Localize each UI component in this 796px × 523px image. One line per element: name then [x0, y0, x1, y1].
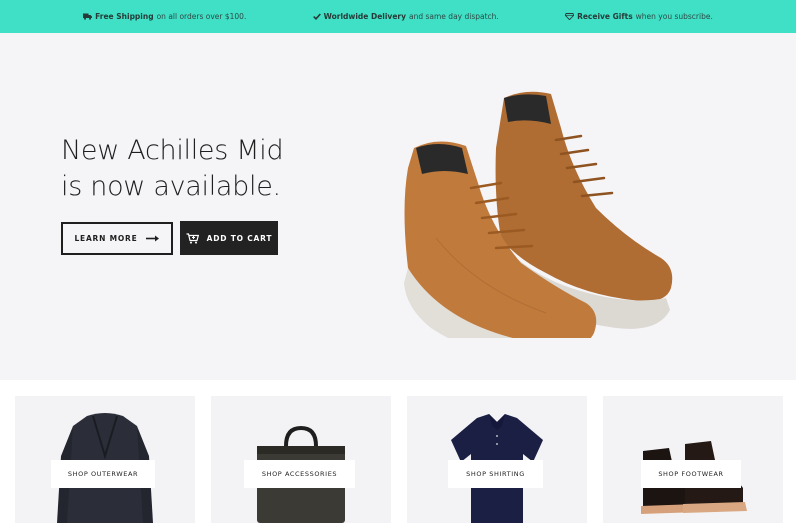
category-card-outerwear[interactable]: SHOP OUTERWEAR [15, 396, 195, 523]
add-to-cart-label: ADD TO CART [206, 233, 273, 243]
check-icon [312, 13, 321, 20]
promo-gifts-text: when you subscribe. [635, 12, 713, 21]
cart-plus-icon [186, 232, 199, 244]
promo-worldwide-delivery: Worldwide Delivery and same day dispatch… [312, 12, 499, 21]
learn-more-label: LEARN MORE [74, 234, 138, 243]
promo-delivery-bold: Worldwide Delivery [323, 12, 406, 21]
shop-shirting-label[interactable]: SHOP SHIRTING [448, 460, 543, 488]
shop-accessories-label[interactable]: SHOP ACCESSORIES [244, 460, 355, 488]
promo-free-shipping: Free Shipping on all orders over $100. [83, 12, 246, 21]
truck-icon [83, 13, 93, 20]
promo-shipping-bold: Free Shipping [95, 12, 154, 21]
category-card-accessories[interactable]: SHOP ACCESSORIES [211, 396, 391, 523]
category-grid: SHOP OUTERWEAR SHOP ACCESSORIES SHOP SHI… [0, 380, 796, 523]
shop-outerwear-label[interactable]: SHOP OUTERWEAR [51, 460, 155, 488]
learn-more-button[interactable]: LEARN MORE [61, 222, 173, 255]
sneakers-image [404, 91, 673, 365]
category-card-shirting[interactable]: SHOP SHIRTING [407, 396, 587, 523]
hero-product-image [396, 88, 686, 365]
promo-delivery-text: and same day dispatch. [409, 12, 499, 21]
shop-footwear-label[interactable]: SHOP FOOTWEAR [641, 460, 741, 488]
diamond-icon [565, 13, 575, 20]
promo-gifts-bold: Receive Gifts [577, 12, 633, 21]
hero-title: New Achilles Mid is now available. [61, 133, 284, 205]
promo-bar: Free Shipping on all orders over $100. W… [0, 0, 796, 33]
hero-title-line2: is now available. [61, 171, 281, 202]
arrow-right-icon [145, 235, 159, 242]
promo-receive-gifts: Receive Gifts when you subscribe. [565, 12, 713, 21]
category-card-footwear[interactable]: SHOP FOOTWEAR [603, 396, 783, 523]
hero-banner: New Achilles Mid is now available. LEARN… [0, 33, 796, 380]
add-to-cart-button[interactable]: ADD TO CART [180, 221, 278, 255]
hero-title-line1: New Achilles Mid [61, 135, 284, 166]
promo-shipping-text: on all orders over $100. [156, 12, 247, 21]
